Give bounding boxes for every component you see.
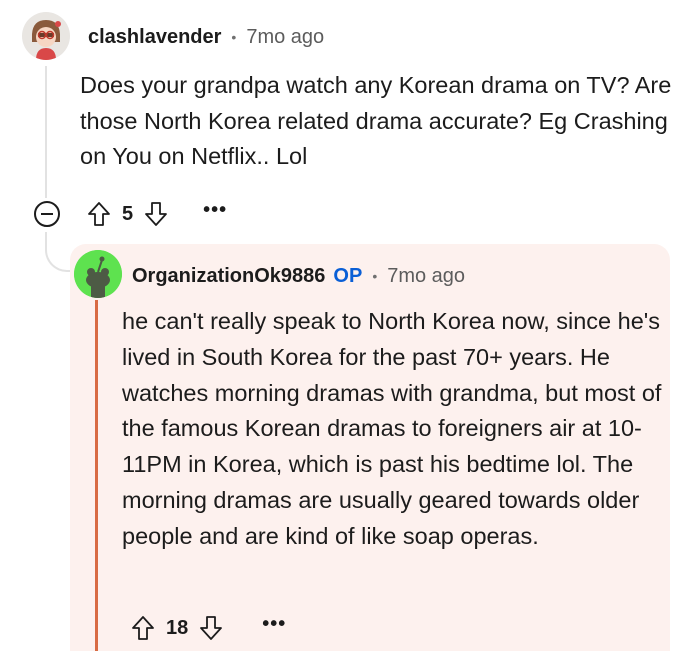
thread-line[interactable]	[45, 66, 47, 198]
comment-actions: 18 •••	[130, 610, 286, 646]
upvote-arrow-icon[interactable]	[130, 614, 156, 642]
cartoon-girl-avatar-icon	[22, 12, 70, 60]
collapse-thread-button[interactable]	[34, 201, 60, 227]
comment-body: Does your grandpa watch any Korean drama…	[80, 72, 672, 169]
downvote-arrow-icon[interactable]	[143, 200, 169, 228]
comment-header: clashlavender • 7mo ago	[88, 23, 324, 51]
username[interactable]: clashlavender	[88, 26, 221, 49]
comment-actions: 5 •••	[34, 196, 227, 232]
more-options-button[interactable]: •••	[262, 614, 286, 634]
comment-body: he can't really speak to North Korea now…	[122, 308, 662, 549]
vote-score: 18	[166, 616, 189, 639]
username[interactable]: OrganizationOk9886	[132, 265, 325, 288]
op-badge: OP	[333, 264, 363, 287]
upvote-arrow-icon[interactable]	[86, 200, 112, 228]
timestamp[interactable]: 7mo ago	[246, 26, 324, 49]
downvote-arrow-icon[interactable]	[198, 614, 224, 642]
thread-line[interactable]	[95, 300, 98, 651]
avatar[interactable]	[22, 12, 70, 60]
more-options-button[interactable]: •••	[203, 200, 227, 220]
separator-dot: •	[372, 268, 378, 284]
timestamp[interactable]: 7mo ago	[387, 265, 465, 288]
vote-score: 5	[122, 202, 134, 225]
separator-dot: •	[231, 29, 237, 45]
avatar[interactable]	[74, 250, 122, 298]
comment-header: OrganizationOk9886 OP • 7mo ago	[132, 262, 465, 290]
snoo-avatar-icon	[74, 250, 122, 298]
